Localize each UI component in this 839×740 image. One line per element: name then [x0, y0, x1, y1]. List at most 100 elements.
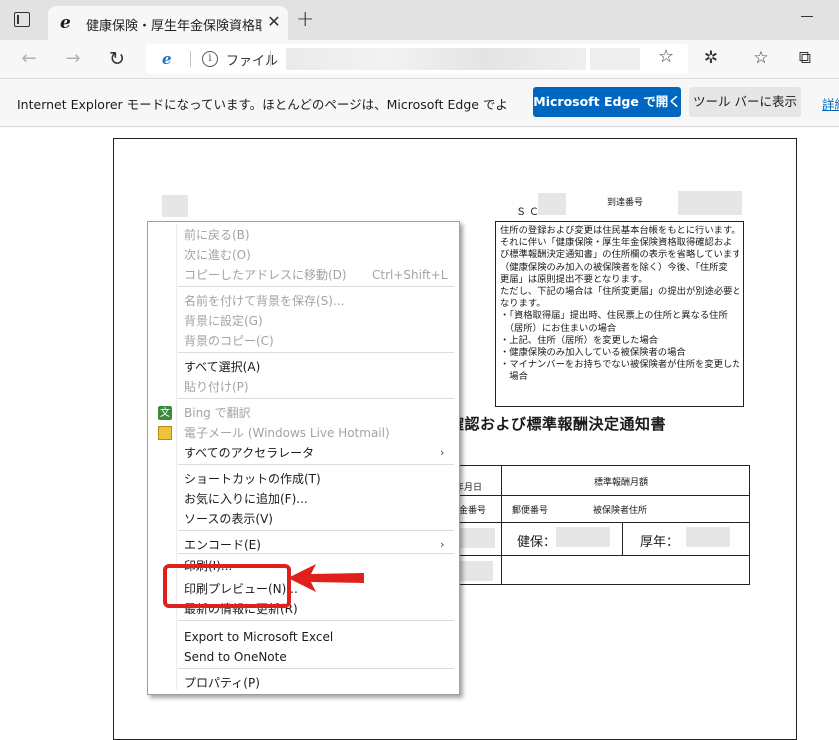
- redacted-block: [455, 561, 493, 581]
- pension-label: 厚年：: [640, 535, 680, 550]
- redacted-block: [556, 527, 610, 547]
- address-divider: [270, 51, 271, 67]
- menu-item[interactable]: プロパティ(P): [148, 673, 457, 693]
- notice-line: ただし、下記の場合は「住所変更届」の提出が別途必要と: [500, 286, 739, 298]
- menu-item-label: すべて選択(A): [184, 360, 261, 374]
- menu-separator: [178, 530, 454, 531]
- menu-item[interactable]: 貼り付け(P): [148, 377, 457, 397]
- red-arrow-icon: [288, 564, 364, 592]
- mail-icon: [158, 426, 172, 440]
- back-button[interactable]: ←: [16, 46, 42, 72]
- menu-item[interactable]: コピーしたアドレスに移動(D) Ctrl+Shift+L: [148, 265, 457, 285]
- postal-code-label: 郵便番号: [512, 506, 549, 516]
- menu-item[interactable]: 前に戻る(B): [148, 225, 457, 245]
- menu-item[interactable]: Export to Microsoft Excel: [148, 627, 457, 647]
- address-url-redacted: [286, 48, 586, 70]
- menu-item[interactable]: Bing で翻訳: [148, 403, 457, 424]
- notice-line: 更届」は原則提出不要となります。: [500, 273, 648, 285]
- refresh-button[interactable]: ↻: [104, 46, 130, 72]
- menu-item-label: 電子メール (Windows Live Hotmail): [184, 426, 390, 440]
- menu-separator: [178, 620, 454, 621]
- tab-strip: e 健康保険・厚生年金保険資格取得確認および標準報酬決定通知書 ✕ +: [0, 0, 839, 40]
- redacted-block: [686, 527, 730, 547]
- menu-item[interactable]: エンコード(E) ›: [148, 535, 457, 555]
- favorites-icon[interactable]: ☆: [750, 47, 772, 69]
- minimize-icon[interactable]: [796, 6, 820, 26]
- notice-line: （居所）にお住まいの場合: [500, 322, 617, 334]
- address-bar[interactable]: e i ファイル: [146, 44, 688, 74]
- infobar-message: Internet Explorer モードになっています。ほとんどのページは、M…: [17, 97, 509, 112]
- ie-mode-icon[interactable]: e: [162, 50, 172, 68]
- info-icon[interactable]: i: [202, 51, 218, 67]
- menu-item[interactable]: ソースの表示(V): [148, 509, 457, 529]
- forward-button[interactable]: →: [60, 46, 86, 72]
- menu-separator: [178, 352, 454, 353]
- menu-item[interactable]: すべて選択(A): [148, 357, 457, 377]
- chevron-right-icon: ›: [440, 446, 445, 459]
- menu-item-label: 名前を付けて背景を保存(S)...: [184, 294, 345, 308]
- menu-item-label: 背景のコピー(C): [184, 334, 274, 348]
- menu-separator: [178, 286, 454, 287]
- arrival-number-label: 到達番号: [607, 198, 644, 208]
- menu-item-label: プロパティ(P): [184, 676, 260, 690]
- new-tab-button[interactable]: +: [296, 8, 314, 32]
- chevron-right-icon: ›: [440, 538, 445, 551]
- close-icon[interactable]: ✕: [264, 12, 284, 32]
- notice-table: 年月日 標準報酬月額 金番号 郵便番号 被保険者住所 健保： 厚年：: [444, 465, 750, 585]
- notice-line: び標準報酬決定通知書」の住所欄の表示を省略しています。: [500, 249, 739, 261]
- address-divider: [190, 51, 191, 67]
- menu-item-label: 前に戻る(B): [184, 228, 250, 242]
- open-in-edge-button[interactable]: Microsoft Edge で開く: [533, 87, 681, 117]
- menu-item[interactable]: 名前を付けて背景を保存(S)...: [148, 291, 457, 311]
- notice-line: ・健康保険のみ加入している被保険者の場合: [500, 347, 686, 359]
- menu-item-label: ソースの表示(V): [184, 512, 273, 526]
- menu-separator: [178, 398, 454, 399]
- tab-actions-icon[interactable]: [14, 12, 32, 28]
- notice-line: 住所の登録および変更は住民基本台帳をもとに行います。: [500, 225, 739, 236]
- tab-title: 健康保険・厚生年金保険資格取得確認および標準報酬決定通知書: [86, 19, 262, 34]
- notice-line: （健康保険のみ加入の被保険者を除く）今後、「住所変: [500, 261, 728, 273]
- browser-tab[interactable]: e 健康保険・厚生年金保険資格取得確認および標準報酬決定通知書 ✕: [48, 6, 288, 40]
- document-title: 確認および標準報酬決定通知書: [449, 415, 667, 433]
- menu-item-label: コピーしたアドレスに移動(D): [184, 268, 347, 282]
- redacted-block: [678, 191, 742, 215]
- menu-separator: [178, 464, 454, 465]
- add-favorite-icon[interactable]: ☆: [658, 47, 674, 67]
- context-menu: 前に戻る(B) 次に進む(O) コピーしたアドレスに移動(D) Ctrl+Shift+…: [147, 221, 460, 695]
- notice-line: ・マイナンバーをお持ちでない被保険者が住所を変更した: [500, 359, 739, 371]
- menu-item-label: お気に入りに追加(F)...: [184, 492, 308, 506]
- redacted-block: [162, 195, 188, 217]
- menu-item-label: 貼り付け(P): [184, 380, 249, 394]
- collections-icon[interactable]: ⧉: [794, 47, 816, 69]
- extensions-icon[interactable]: ✲: [700, 47, 722, 69]
- menu-item[interactable]: 背景に設定(G): [148, 311, 457, 331]
- notice-line: ・上記、住所（居所）を変更した場合: [500, 334, 659, 346]
- menu-item[interactable]: Send to OneNote: [148, 647, 457, 667]
- menu-item-label: ショートカットの作成(T): [184, 472, 321, 486]
- details-link[interactable]: 詳細: [822, 94, 839, 113]
- pension-number-label: 金番号: [459, 506, 487, 516]
- menu-item[interactable]: ショートカットの作成(T): [148, 469, 457, 489]
- address-notice-box: 住所の登録および変更は住民基本台帳をもとに行います。 それに伴い「健康保険・厚生年…: [495, 221, 744, 407]
- health-insurance-label: 健保：: [517, 535, 557, 550]
- notice-line: ・「資格取得届」提出時、住民票上の住所と異なる住所: [500, 310, 728, 322]
- menu-item-label: エンコード(E): [184, 538, 261, 552]
- menu-item[interactable]: 背景のコピー(C): [148, 331, 457, 351]
- menu-item-label: すべてのアクセラレータ: [184, 446, 315, 460]
- menu-item[interactable]: すべてのアクセラレータ ›: [148, 443, 457, 463]
- menu-item[interactable]: お気に入りに追加(F)...: [148, 489, 457, 509]
- menu-item[interactable]: 電子メール (Windows Live Hotmail): [148, 423, 457, 443]
- redacted-block: [455, 528, 495, 548]
- notice-line: それに伴い「健康保険・厚生年金保険資格取得確認およ: [500, 237, 733, 249]
- ie-mode-infobar: Internet Explorer モードになっています。ほとんどのページは、M…: [0, 79, 839, 127]
- insured-address-label: 被保険者住所: [593, 506, 648, 516]
- menu-item-shortcut: Ctrl+Shift+L: [372, 268, 448, 282]
- menu-item-label: Export to Microsoft Excel: [184, 630, 334, 644]
- show-in-toolbar-button[interactable]: ツール バーに表示: [689, 87, 801, 117]
- ie-logo-icon: e: [60, 13, 71, 33]
- menu-item[interactable]: 次に進む(O): [148, 245, 457, 265]
- menu-item-label: Send to OneNote: [184, 650, 287, 664]
- menu-separator: [178, 668, 454, 669]
- menu-item-label: Bing で翻訳: [184, 406, 251, 420]
- redacted-block: [538, 193, 566, 215]
